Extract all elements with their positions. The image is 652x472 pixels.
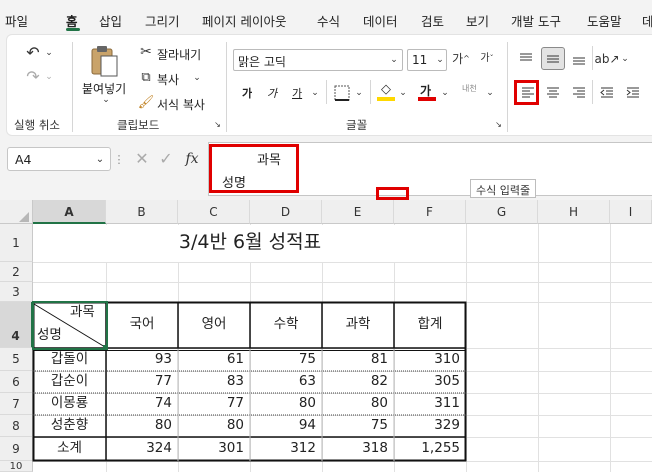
score-cell: 94 [298, 417, 316, 433]
score-cell: 74 [154, 395, 172, 411]
subject-header: 영어 [201, 316, 227, 332]
score-cell: 75 [298, 351, 316, 367]
student-name: 갑순이 [50, 373, 89, 389]
subject-header: 수학 [273, 316, 299, 332]
score-cell: 83 [226, 373, 244, 389]
score-cell: 81 [370, 351, 388, 367]
total-cell: 305 [434, 373, 460, 389]
score-cell: 63 [298, 373, 316, 389]
header-name: 성명 [37, 327, 62, 343]
total-cell: 310 [434, 351, 460, 367]
subtotal-cell: 301 [218, 440, 244, 456]
total-cell: 311 [434, 395, 460, 411]
subject-header: 국어 [129, 316, 155, 332]
subtotal-cell: 312 [290, 440, 316, 456]
score-cell: 80 [370, 395, 388, 411]
score-cell: 77 [154, 373, 172, 389]
subtotal-cell: 318 [362, 440, 388, 456]
subject-header: 합계 [417, 316, 443, 332]
subject-header: 과학 [345, 316, 371, 332]
student-name: 갑돌이 [50, 351, 89, 367]
score-cell: 80 [154, 417, 172, 433]
student-name: 성춘향 [50, 417, 89, 433]
subtotal-label: 소계 [57, 440, 82, 456]
subtotal-cell: 1,255 [421, 440, 460, 456]
fill-handle [103, 345, 108, 350]
score-cell: 80 [298, 395, 316, 411]
score-cell: 61 [226, 351, 244, 367]
score-cell: 77 [226, 395, 244, 411]
header-subject: 과목 [70, 304, 95, 320]
score-cell: 93 [154, 351, 172, 367]
total-cell: 329 [434, 417, 460, 433]
score-cell: 80 [226, 417, 244, 433]
subtotal-cell: 324 [146, 440, 172, 456]
score-cell: 75 [370, 417, 388, 433]
score-cell: 82 [370, 373, 388, 389]
student-name: 이몽룡 [50, 395, 89, 411]
